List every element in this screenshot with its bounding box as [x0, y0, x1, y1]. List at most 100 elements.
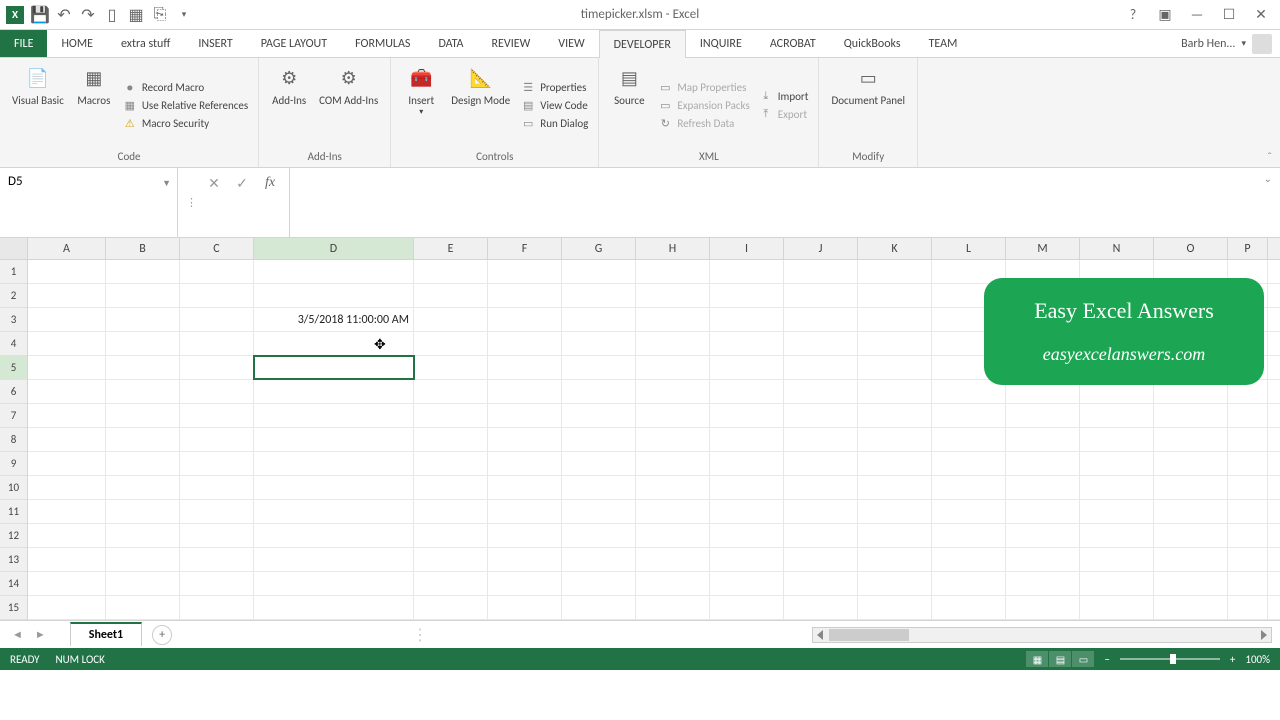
cell-P14[interactable]	[1228, 572, 1268, 595]
expansion-packs-button[interactable]: ▭Expansion Packs	[655, 97, 751, 113]
cell-K9[interactable]	[858, 452, 932, 475]
cell-M11[interactable]	[1006, 500, 1080, 523]
cell-H13[interactable]	[636, 548, 710, 571]
cell-H14[interactable]	[636, 572, 710, 595]
col-header-P[interactable]: P	[1228, 238, 1268, 259]
insert-control-button[interactable]: 🧰Insert▾	[399, 62, 443, 148]
cell-D13[interactable]	[254, 548, 414, 571]
cell-K1[interactable]	[858, 260, 932, 283]
cell-G5[interactable]	[562, 356, 636, 379]
row-header-5[interactable]: 5	[0, 356, 27, 380]
cell-F13[interactable]	[488, 548, 562, 571]
cell-D9[interactable]	[254, 452, 414, 475]
cell-N8[interactable]	[1080, 428, 1154, 451]
col-header-I[interactable]: I	[710, 238, 784, 259]
normal-view-icon[interactable]: ▦	[1026, 651, 1048, 667]
cell-E4[interactable]	[414, 332, 488, 355]
cell-K2[interactable]	[858, 284, 932, 307]
cell-F5[interactable]	[488, 356, 562, 379]
col-header-D[interactable]: D	[254, 238, 414, 259]
cell-O11[interactable]	[1154, 500, 1228, 523]
visual-basic-button[interactable]: 📄 Visual Basic	[8, 62, 68, 148]
cell-L13[interactable]	[932, 548, 1006, 571]
cell-P9[interactable]	[1228, 452, 1268, 475]
cell-J14[interactable]	[784, 572, 858, 595]
cell-G13[interactable]	[562, 548, 636, 571]
cell-H1[interactable]	[636, 260, 710, 283]
cell-I10[interactable]	[710, 476, 784, 499]
macros-button[interactable]: ▦ Macros	[72, 62, 116, 148]
cell-D11[interactable]	[254, 500, 414, 523]
cell-I14[interactable]	[710, 572, 784, 595]
cell-M10[interactable]	[1006, 476, 1080, 499]
cell-J5[interactable]	[784, 356, 858, 379]
cell-K3[interactable]	[858, 308, 932, 331]
row-header-8[interactable]: 8	[0, 428, 27, 452]
cell-I8[interactable]	[710, 428, 784, 451]
cell-E7[interactable]	[414, 404, 488, 427]
undo-icon[interactable]: ↶	[56, 7, 72, 23]
cell-G11[interactable]	[562, 500, 636, 523]
relative-refs-button[interactable]: ▦Use Relative References	[120, 97, 250, 113]
col-header-K[interactable]: K	[858, 238, 932, 259]
cell-F10[interactable]	[488, 476, 562, 499]
view-code-button[interactable]: ▤View Code	[518, 97, 590, 113]
row-header-14[interactable]: 14	[0, 572, 27, 596]
cell-J11[interactable]	[784, 500, 858, 523]
tab-page-layout[interactable]: PAGE LAYOUT	[247, 30, 341, 57]
cell-L12[interactable]	[932, 524, 1006, 547]
cell-P15[interactable]	[1228, 596, 1268, 619]
cell-J2[interactable]	[784, 284, 858, 307]
fx-icon[interactable]: fx	[259, 172, 281, 194]
cell-J9[interactable]	[784, 452, 858, 475]
horizontal-scrollbar[interactable]	[812, 627, 1272, 643]
cell-B10[interactable]	[106, 476, 180, 499]
cell-H9[interactable]	[636, 452, 710, 475]
cell-N15[interactable]	[1080, 596, 1154, 619]
cell-O8[interactable]	[1154, 428, 1228, 451]
tab-review[interactable]: REVIEW	[478, 30, 545, 57]
cell-C13[interactable]	[180, 548, 254, 571]
cell-H7[interactable]	[636, 404, 710, 427]
row-header-6[interactable]: 6	[0, 380, 27, 404]
col-header-F[interactable]: F	[488, 238, 562, 259]
cell-D3[interactable]: 3/5/2018 11:00:00 AM	[254, 308, 414, 331]
cell-C8[interactable]	[180, 428, 254, 451]
help-icon[interactable]: ?	[1124, 6, 1142, 23]
cell-B6[interactable]	[106, 380, 180, 403]
cell-E9[interactable]	[414, 452, 488, 475]
tab-insert[interactable]: INSERT	[184, 30, 246, 57]
cell-D12[interactable]	[254, 524, 414, 547]
cell-J3[interactable]	[784, 308, 858, 331]
qat-icon-1[interactable]: ▦	[128, 7, 144, 23]
cell-K12[interactable]	[858, 524, 932, 547]
cell-G7[interactable]	[562, 404, 636, 427]
cell-B14[interactable]	[106, 572, 180, 595]
cell-F12[interactable]	[488, 524, 562, 547]
cell-M8[interactable]	[1006, 428, 1080, 451]
row-header-15[interactable]: 15	[0, 596, 27, 620]
cell-E10[interactable]	[414, 476, 488, 499]
namebox-dropdown-icon[interactable]: ▼	[162, 178, 171, 189]
cell-G8[interactable]	[562, 428, 636, 451]
cell-A13[interactable]	[28, 548, 106, 571]
cell-I5[interactable]	[710, 356, 784, 379]
cell-D2[interactable]	[254, 284, 414, 307]
ribbon-options-icon[interactable]: ▣	[1156, 6, 1174, 23]
cell-K13[interactable]	[858, 548, 932, 571]
name-box[interactable]: D5 ▼	[0, 168, 178, 237]
cell-O9[interactable]	[1154, 452, 1228, 475]
cell-A8[interactable]	[28, 428, 106, 451]
cell-E2[interactable]	[414, 284, 488, 307]
properties-button[interactable]: ☰Properties	[518, 79, 590, 95]
cell-B11[interactable]	[106, 500, 180, 523]
cell-P10[interactable]	[1228, 476, 1268, 499]
cell-E3[interactable]	[414, 308, 488, 331]
cell-C15[interactable]	[180, 596, 254, 619]
page-layout-icon[interactable]: ▤	[1049, 651, 1071, 667]
cell-F14[interactable]	[488, 572, 562, 595]
cell-H4[interactable]	[636, 332, 710, 355]
cell-K14[interactable]	[858, 572, 932, 595]
cell-D6[interactable]	[254, 380, 414, 403]
cell-E14[interactable]	[414, 572, 488, 595]
